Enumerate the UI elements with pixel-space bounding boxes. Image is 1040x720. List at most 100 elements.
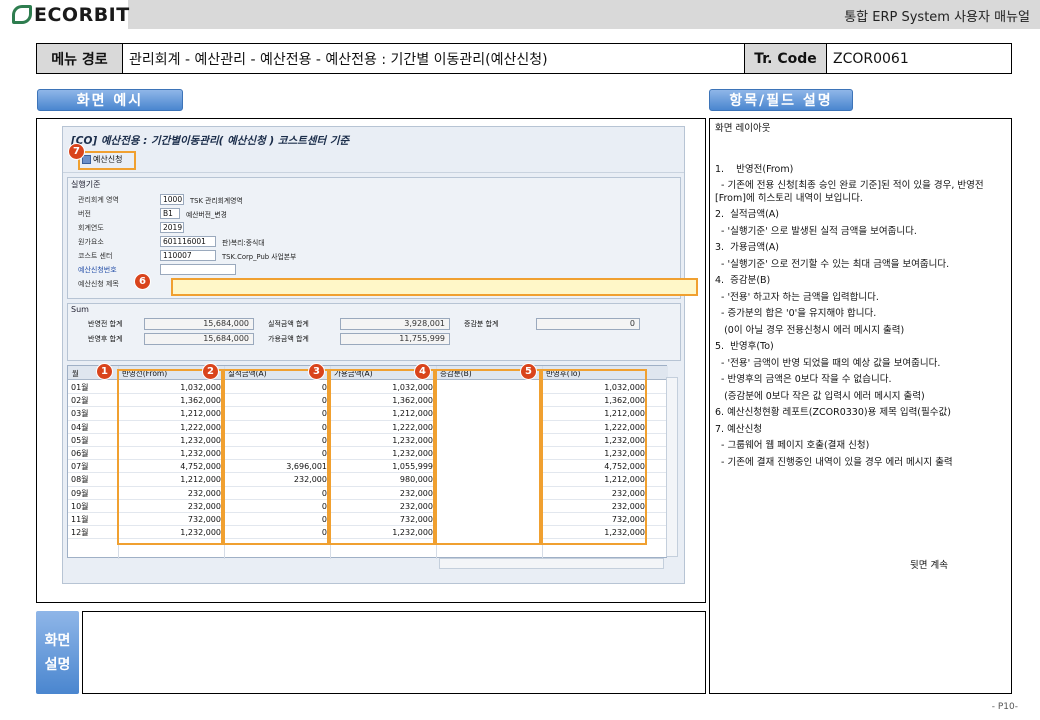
- description-line: 5. 반영후(To): [715, 341, 774, 352]
- field-label: 예산신청번호: [78, 265, 117, 274]
- description-line: 화면 레이아웃: [715, 123, 771, 134]
- field-label: 원가요소: [78, 237, 104, 246]
- field-row: 코스트 센터 110007 TSK.Corp_Pub 사업본부: [78, 250, 296, 261]
- field-row: 버전 B1 예산버전_변경: [78, 208, 227, 219]
- field-row: 예산신청 제목: [78, 278, 698, 296]
- marker-4: 4: [414, 363, 431, 380]
- screen-description-heading-2: 설명: [44, 656, 71, 673]
- field-input[interactable]: 1000: [160, 194, 184, 205]
- description-line: - '전용' 하고자 하는 금액을 입력합니다.: [715, 291, 879, 303]
- field-description-panel: 화면 레이아웃 1. 반영전(From) - 기존에 전용 신청[최종 승인 완료…: [709, 118, 1012, 694]
- sum-row: 반영후 합계 15,684,000 가용금액 합계 11,755,999: [88, 333, 464, 345]
- description-line: 7. 예산신청: [715, 423, 763, 435]
- group-title: 실행기준: [71, 180, 101, 189]
- month-cell: 01월: [71, 383, 89, 393]
- description-line: - 증가분의 합은 '0'을 유지해야 합니다.: [715, 308, 877, 319]
- execution-criteria-group: 실행기준 관리회계 영역 1000 TSK 관리회계영역 버전 B1 예산버전_…: [67, 177, 698, 299]
- logo-text: ECORBIT: [34, 4, 130, 26]
- description-line: - '실행기준' 으로 발생된 실적 금액을 보여줍니다.: [715, 225, 917, 237]
- marker-5: 5: [520, 363, 537, 380]
- tcode-label: Tr. Code: [745, 44, 827, 73]
- continue-note: 뒷면 계속: [910, 560, 948, 571]
- field-desc: TSK.Corp_Pub 사업본부: [222, 252, 297, 261]
- page-number: - P10-: [991, 702, 1018, 712]
- field-input[interactable]: 601116001: [160, 236, 216, 247]
- field-input[interactable]: 110007: [160, 250, 216, 261]
- month-cell: 06월: [71, 449, 89, 459]
- screen-description-heading-1: 화면: [44, 632, 71, 649]
- description-line: 1. 반영전(From): [715, 163, 794, 175]
- sum-label: 반영전 합계: [88, 320, 123, 328]
- marker-1: 1: [96, 363, 113, 380]
- field-input[interactable]: B1: [160, 208, 180, 219]
- field-label: 관리회계 영역: [78, 195, 119, 204]
- request-number-input[interactable]: [160, 264, 236, 275]
- description-line: 4. 증감분(B): [715, 275, 771, 286]
- field-description-heading: 항목/필드 설명: [709, 89, 853, 111]
- sum-group: Sum 반영전 합계 15,684,000 실적금액 합계 3,928,001 …: [67, 303, 681, 361]
- highlight-5: [541, 369, 647, 545]
- highlight-4: [435, 369, 541, 545]
- screen-example-heading: 화면 예시: [37, 89, 183, 111]
- month-cell: 11월: [71, 515, 89, 525]
- sum-value: 15,684,000: [144, 318, 254, 330]
- month-cell: 05월: [71, 435, 89, 445]
- marker-2: 2: [202, 363, 219, 380]
- menu-path-value: 관리회계 - 예산관리 - 예산전용 - 예산전용 : 기간별 이동관리(예산신…: [123, 44, 745, 73]
- field-label: 코스트 센터: [78, 251, 113, 260]
- grid-horizontal-scrollbar[interactable]: [439, 558, 664, 569]
- field-row: 원가요소 601116001 판)복리:중식대: [78, 236, 264, 247]
- sum-label: 실적금액 합계: [268, 320, 309, 328]
- month-cell: 10월: [71, 501, 89, 511]
- description-line: - 기존에 결재 진행중인 내역이 있을 경우 에러 메시지 출력: [715, 456, 953, 468]
- field-desc: 예산버전_변경: [186, 210, 227, 219]
- highlight-2: [223, 369, 329, 545]
- grid-column-header[interactable]: 월: [72, 367, 79, 380]
- screen-description-box: [82, 611, 706, 694]
- description-line: - '전용' 금액이 반영 되었을 때의 예상 값을 보여줍니다.: [715, 357, 941, 369]
- sap-toolbar: 예산신청 7: [63, 143, 684, 173]
- month-cell: 03월: [71, 409, 89, 419]
- description-line: 2. 실적금액(A): [715, 209, 779, 220]
- marker-6: 6: [134, 273, 151, 290]
- grid-vertical-scrollbar[interactable]: [666, 377, 678, 557]
- sum-value: 11,755,999: [340, 333, 450, 345]
- field-input[interactable]: 2019: [160, 222, 184, 233]
- sum-row: 반영전 합계 15,684,000 실적금액 합계 3,928,001 증감분 …: [88, 318, 654, 330]
- sum-label: 반영후 합계: [88, 335, 123, 343]
- field-label: 회계연도: [78, 223, 104, 232]
- month-cell: 08월: [71, 475, 89, 485]
- description-line: 3. 가용금액(A): [715, 242, 779, 253]
- sum-title: Sum: [71, 305, 89, 314]
- sap-transaction-title: [CO] 예산전용 : 기간별이동관리( 예산신청 ) 코스트센터 기준: [71, 135, 350, 147]
- field-desc: 판)복리:중식대: [222, 238, 265, 247]
- sum-value: 3,928,001: [340, 318, 450, 330]
- description-list: 화면 레이아웃 1. 반영전(From) - 기존에 전용 신청[최종 승인 완료…: [715, 123, 1006, 469]
- field-label: 버전: [78, 209, 91, 218]
- description-line: - '실행기준' 으로 전기할 수 있는 최대 금액을 보여줍니다.: [715, 258, 950, 270]
- month-cell: 12월: [71, 528, 89, 538]
- description-line: (증감분에 0보다 작은 값 입력시 에러 메시지 출력): [715, 390, 925, 402]
- screen-description-heading: 화면 설명: [36, 611, 79, 694]
- logo-mark-icon: [12, 5, 32, 24]
- description-line: - 기존에 전용 신청[최종 승인 완료 기준]된 적이 있을 경우, 반영전[…: [715, 180, 984, 204]
- sum-value: 15,684,000: [144, 333, 254, 345]
- field-row: 회계연도 2019: [78, 222, 190, 233]
- marker-3: 3: [308, 363, 325, 380]
- field-row: 관리회계 영역 1000 TSK 관리회계영역: [78, 194, 243, 205]
- menu-path-label: 메뉴 경로: [37, 44, 123, 73]
- month-cell: 09월: [71, 488, 89, 498]
- description-line: - 그룹웨어 웹 페이지 호출(결재 신청): [715, 440, 870, 451]
- highlight-1: [117, 369, 223, 545]
- tcode-value: ZCOR0061: [833, 50, 909, 67]
- month-cell: 07월: [71, 462, 89, 472]
- request-title-input[interactable]: [171, 278, 698, 296]
- sum-label: 가용금액 합계: [268, 335, 309, 343]
- document-title: 통합 ERP System 사용자 매뉴얼: [844, 10, 1030, 25]
- highlight-3: [329, 369, 435, 545]
- highlight-7: [78, 151, 136, 170]
- menu-path-table: 메뉴 경로 관리회계 - 예산관리 - 예산전용 - 예산전용 : 기간별 이동…: [36, 43, 1012, 74]
- description-line: - 반영후의 금액은 0보다 작을 수 없습니다.: [715, 374, 892, 385]
- month-cell: 04월: [71, 422, 89, 432]
- description-line: 6. 예산신청현황 레포트(ZCOR0330)용 제목 입력(필수값): [715, 407, 951, 418]
